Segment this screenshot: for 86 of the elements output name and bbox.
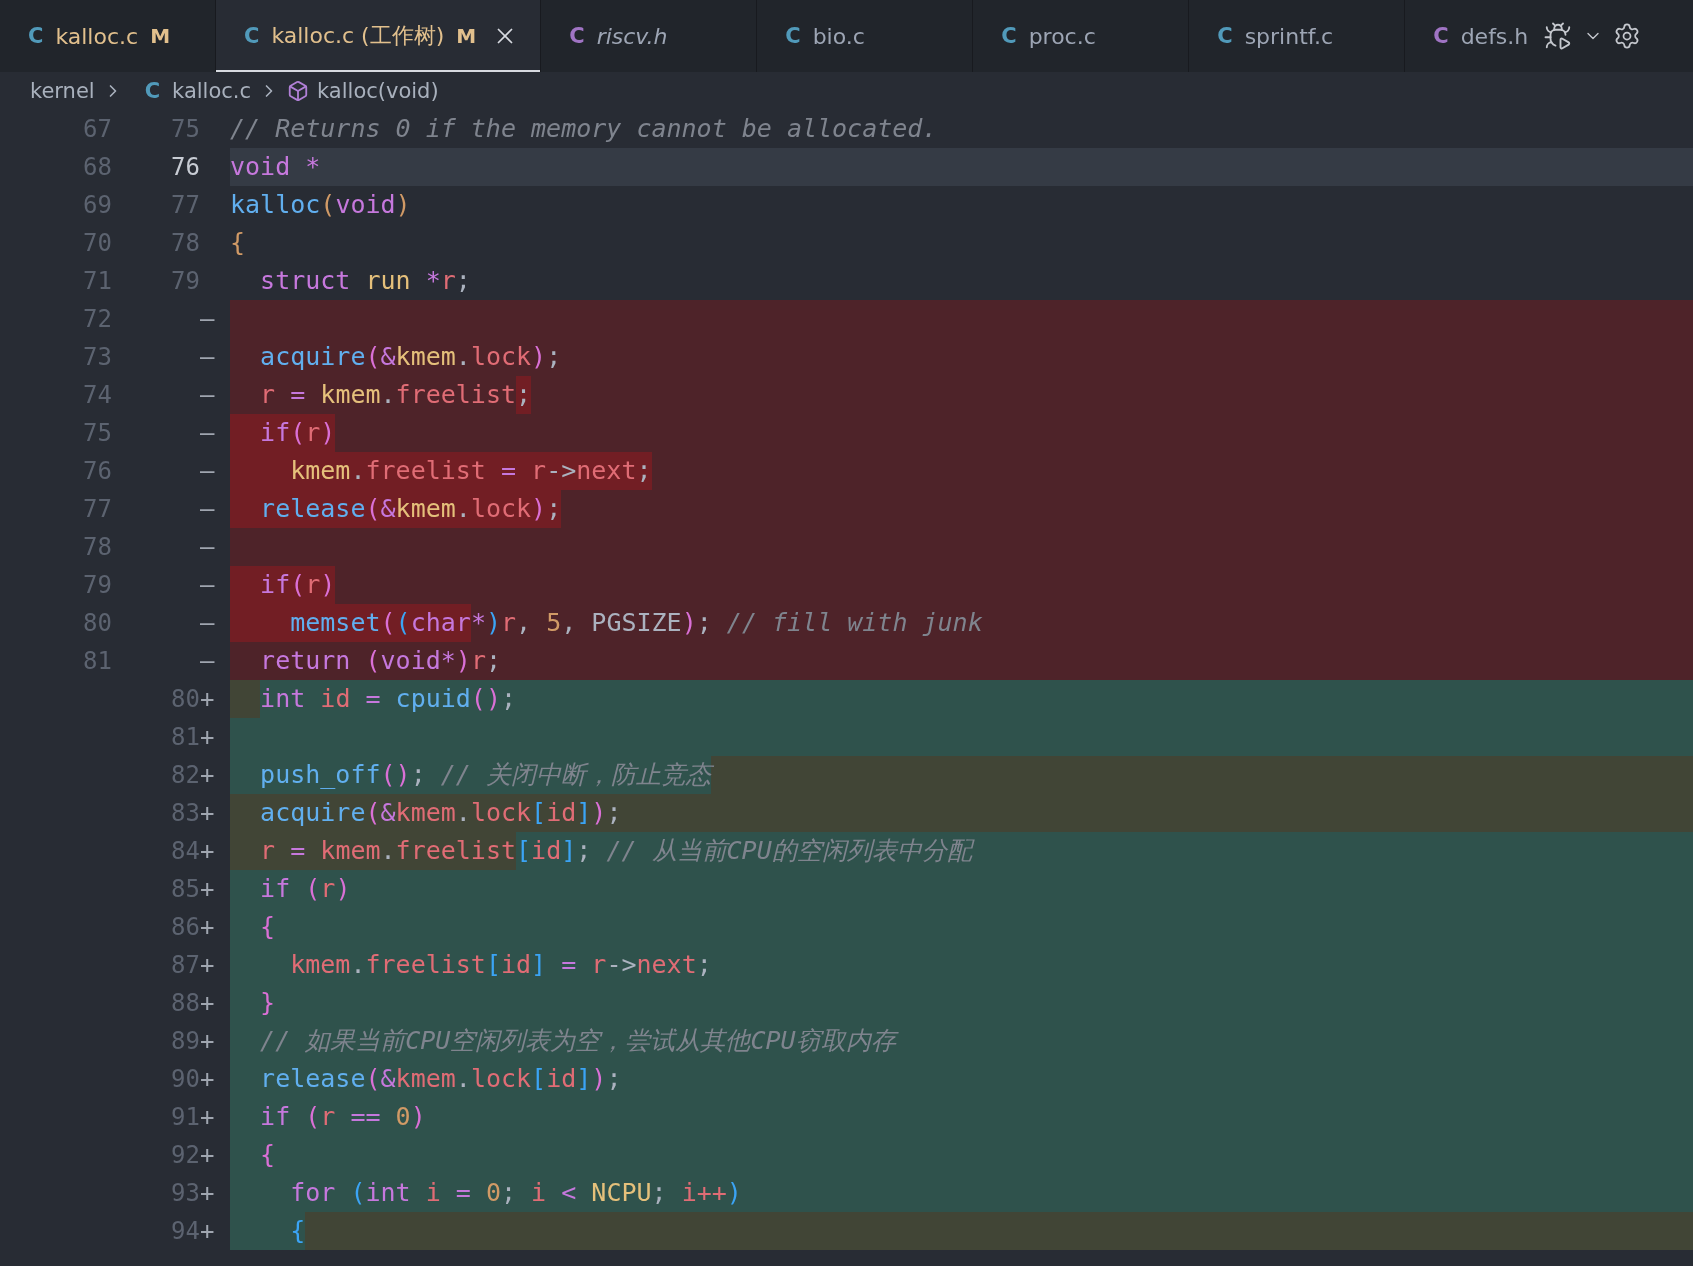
diff-marker: — [200,495,215,523]
diff-marker: + [200,951,215,979]
diff-marker: + [200,799,215,827]
line-number: 78 [83,533,112,561]
diff-marker: + [200,1103,215,1131]
modified-status: M [456,24,477,48]
diff-marker: — [200,305,215,333]
diff-marker: + [200,913,215,941]
file-type-icon: C [569,24,585,48]
modified-status: M [150,24,171,48]
file-type-icon: C [785,24,801,48]
diff-marker: — [200,533,215,561]
settings-icon [1613,22,1641,50]
diff-marker: — [200,381,215,409]
tab-label: kalloc.c [55,23,139,49]
tab-label: kalloc.c (工作树) [271,22,445,50]
file-type-icon: C [28,24,44,48]
line-number: 90 [171,1065,200,1093]
diff-marker: — [200,419,215,447]
line-number: 69 [83,191,112,219]
line-number: 80 [83,609,112,637]
file-type-icon: C [244,24,260,48]
line-number: 93 [171,1179,200,1207]
line-number: 94 [171,1217,200,1245]
editor-tab[interactable]: C kalloc.c (工作树) M [216,0,542,72]
breadcrumb-file[interactable]: kalloc.c [172,79,252,103]
line-number: 67 [83,115,112,143]
diff-marker: — [200,343,215,371]
line-number: 71 [83,267,112,295]
line-number: 92 [171,1141,200,1169]
line-number: 79 [83,571,112,599]
line-number: 81 [171,723,200,751]
line-number: 82 [171,761,200,789]
diff-marker: + [200,1027,215,1055]
tab-label: sprintf.c [1244,23,1333,49]
settings-button[interactable] [1613,22,1641,50]
line-number: 81 [83,647,112,675]
play-bug-icon [1543,21,1573,51]
line-number: 91 [171,1103,200,1131]
line-number: 75 [83,419,112,447]
line-number: 84 [171,837,200,865]
line-number: 75 [171,115,200,143]
diff-marker: + [200,1217,215,1245]
diff-marker: + [200,723,215,751]
diff-marker: + [200,1179,215,1207]
line-number: 78 [171,229,200,257]
file-type-icon: C [1433,24,1449,48]
line-number: 74 [83,381,112,409]
line-number: 70 [83,229,112,257]
diff-marker: + [200,761,215,789]
line-number: 87 [171,951,200,979]
diff-marker: + [200,989,215,1017]
run-debug-button[interactable] [1543,21,1573,51]
breadcrumb-symbol[interactable]: kalloc(void) [317,79,439,103]
line-number: 72 [83,305,112,333]
breadcrumb-folder[interactable]: kernel [30,79,95,103]
line-number: 80 [171,685,200,713]
diff-marker: — [200,571,215,599]
line-number: 77 [171,191,200,219]
line-number: 83 [171,799,200,827]
diff-marker: + [200,1065,215,1093]
file-type-icon: C [144,79,161,103]
cube-icon [287,80,310,102]
line-number: 76 [171,153,200,181]
diff-marker: + [200,837,215,865]
line-number: 89 [171,1027,200,1055]
line-number: 79 [171,267,200,295]
tab-label: bio.c [812,23,865,49]
diff-marker: — [200,457,215,485]
line-number: 73 [83,343,112,371]
line-number: 88 [171,989,200,1017]
tab-label: defs.h [1460,23,1529,49]
file-type-icon: C [1001,24,1017,48]
diff-marker: + [200,875,215,903]
tab-label: riscv.h [596,23,668,49]
line-number: 86 [171,913,200,941]
diff-marker: + [200,1141,215,1169]
line-number: 85 [171,875,200,903]
line-number: 77 [83,495,112,523]
file-type-icon: C [1217,24,1233,48]
diff-marker: — [200,647,215,675]
diff-marker: + [200,685,215,713]
line-number: 68 [83,153,112,181]
tab-label: proc.c [1028,23,1096,49]
diff-marker: — [200,609,215,637]
line-number: 76 [83,457,112,485]
